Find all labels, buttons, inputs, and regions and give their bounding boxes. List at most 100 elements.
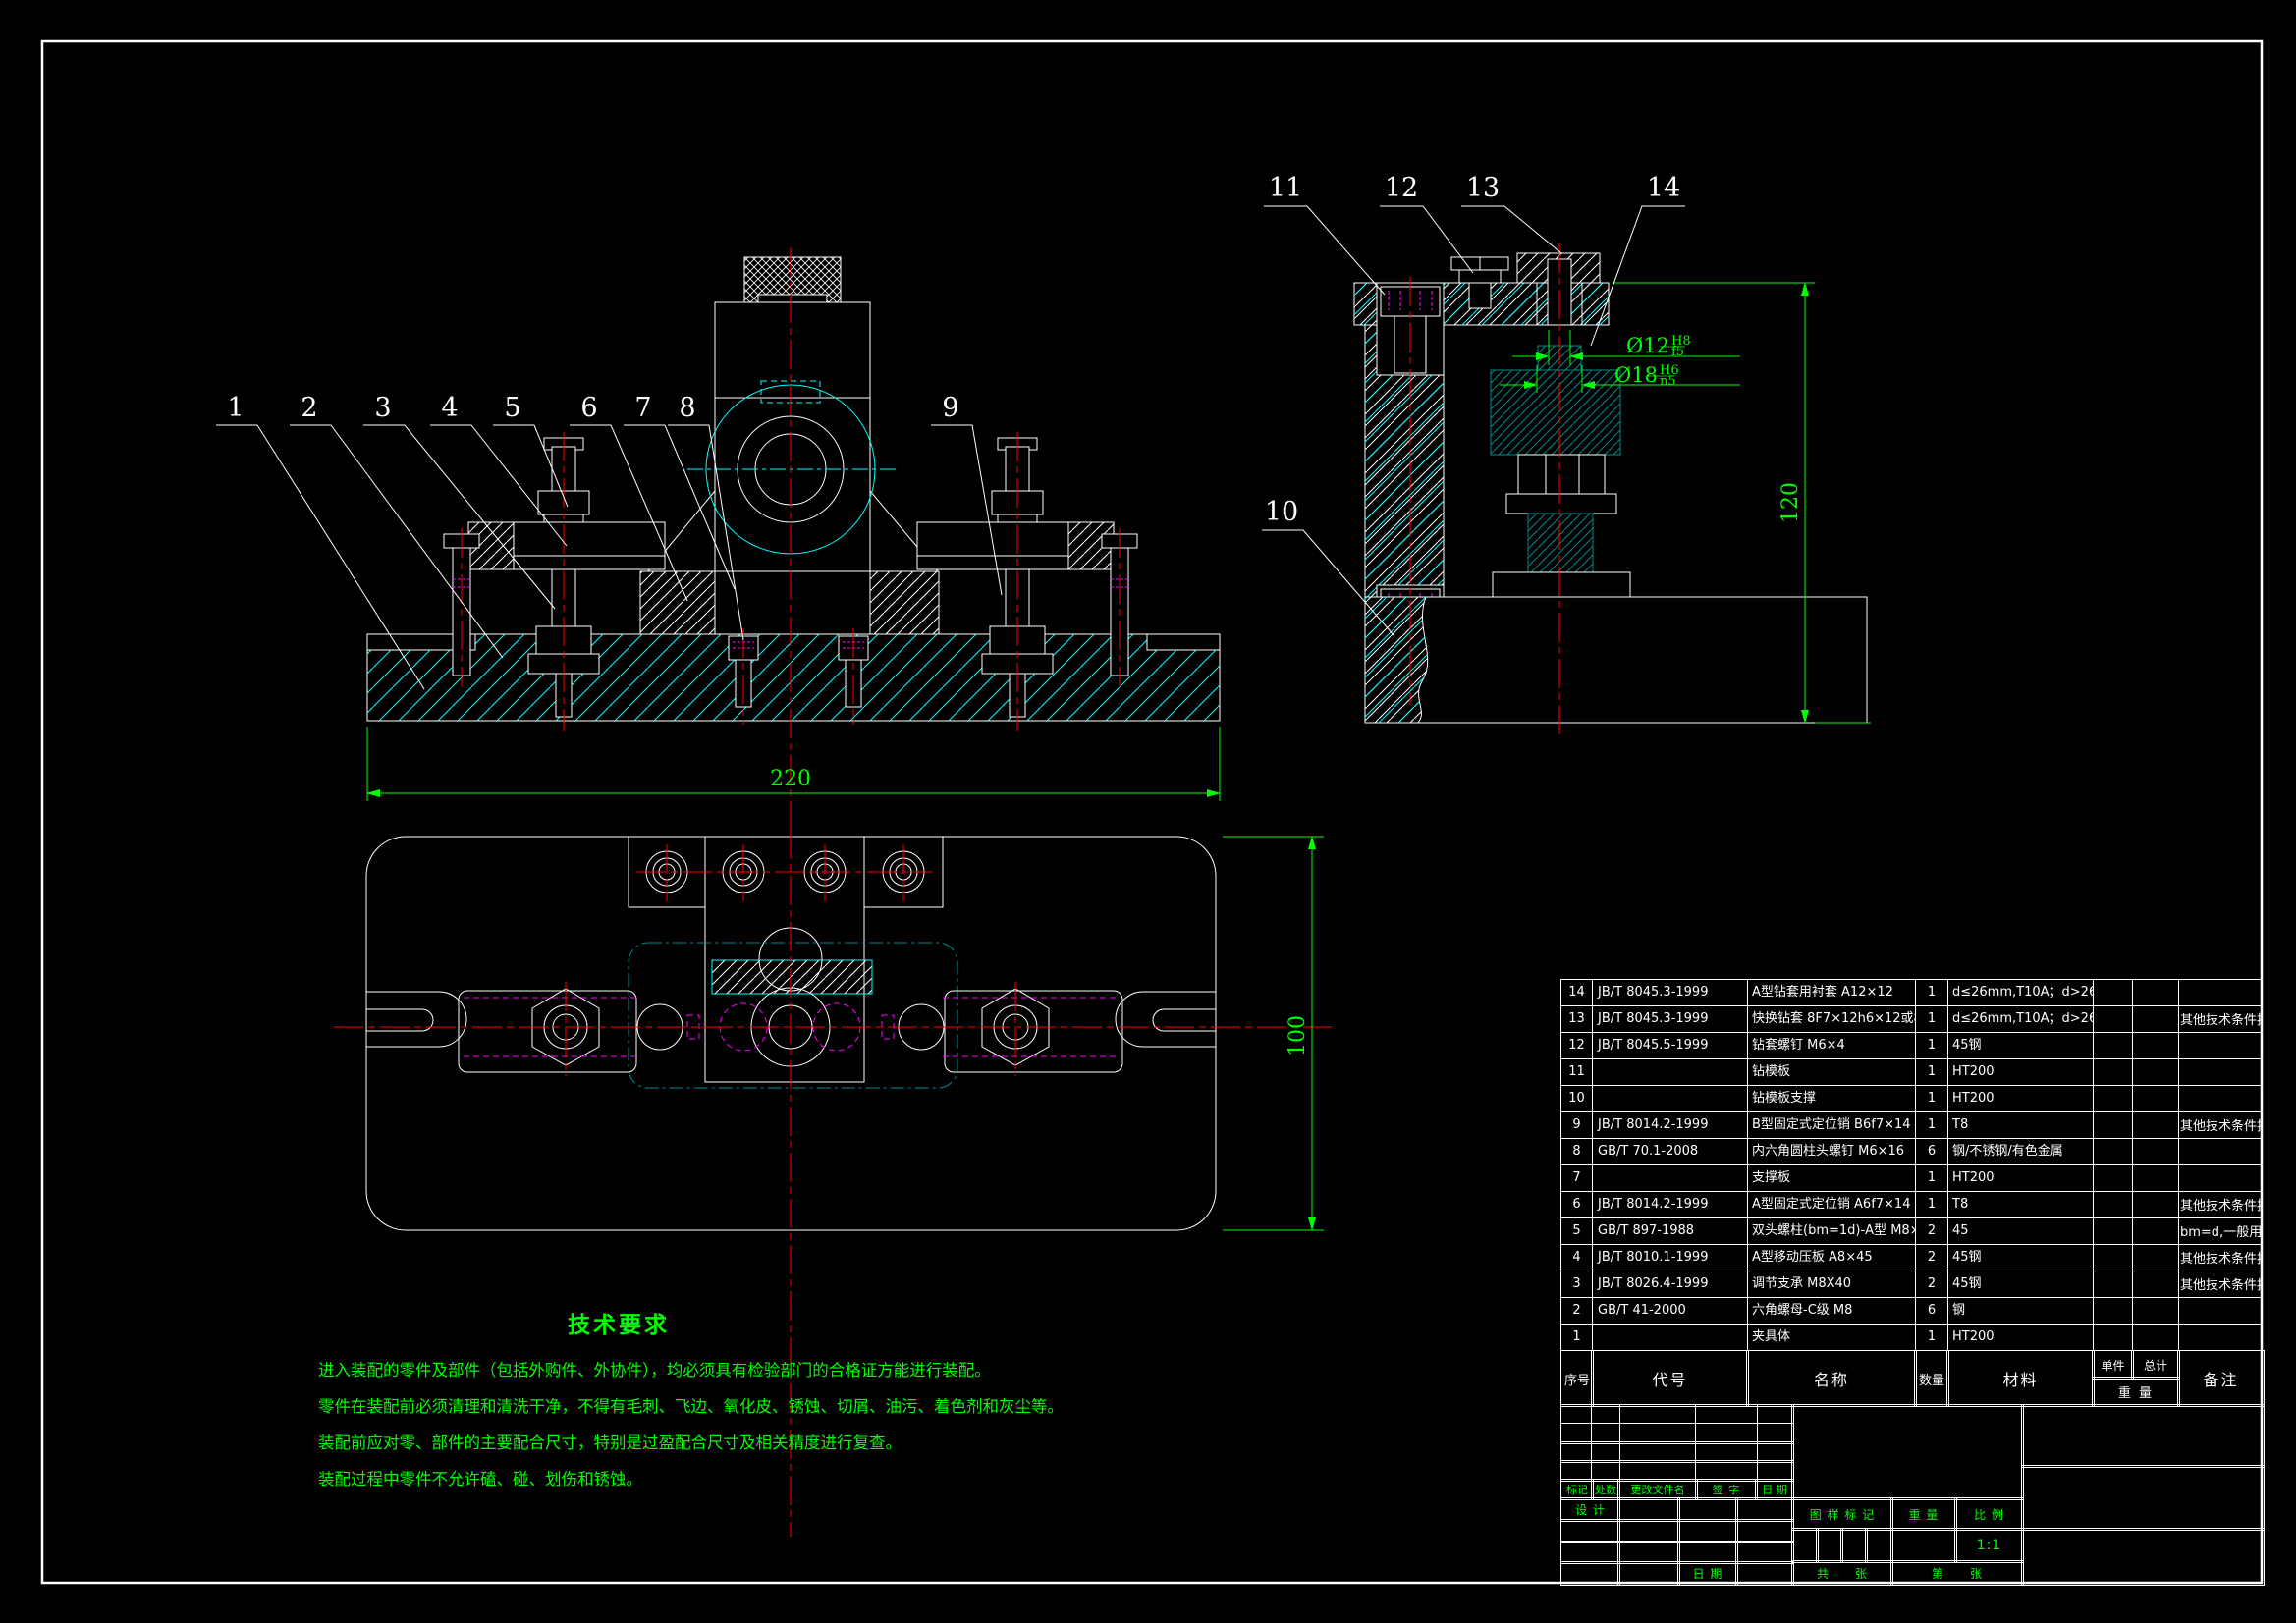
- tech-req-line-4: 装配过程中零件不允许磕、碰、划伤和锈蚀。: [318, 1466, 642, 1489]
- bom-header-unit: 单件: [2092, 1350, 2134, 1380]
- callout-11: 11: [1269, 173, 1302, 203]
- bom-qty: 1: [1916, 1059, 1948, 1086]
- weight-value: [1890, 1528, 1957, 1563]
- bom-total: [2133, 1033, 2179, 1059]
- callout-14: 14: [1647, 173, 1680, 203]
- bom-material: 45钢: [1948, 1033, 2094, 1059]
- scale-value: 1:1: [1954, 1528, 2024, 1563]
- bom-total: [2133, 1218, 2179, 1245]
- bom-code: [1593, 1165, 1748, 1192]
- bom-remark: 其他技术条件按JB/T 8014.1的规定: [2179, 1112, 2263, 1139]
- bom-qty: 2: [1916, 1218, 1948, 1245]
- bom-code: JB/T 8045.3-1999: [1593, 980, 1748, 1006]
- bom-remark: [2179, 1325, 2263, 1351]
- bom-seq: 5: [1561, 1218, 1593, 1245]
- bom-remark: [2179, 1165, 2263, 1192]
- bom-header-code: 代号: [1591, 1350, 1749, 1407]
- bom-total: [2133, 1245, 2179, 1271]
- bom-seq: 4: [1561, 1245, 1593, 1271]
- bom-total: [2133, 1059, 2179, 1086]
- bom-unit: [2094, 1086, 2133, 1112]
- bom-row: 4 JB/T 8010.1-1999 A型移动压板 A8×45 2 45钢 其他…: [1561, 1245, 2263, 1271]
- title-extra-area: [2021, 1528, 2265, 1586]
- workpiece-section: [1491, 346, 1630, 597]
- bom-name: 钻模板: [1748, 1059, 1916, 1086]
- callout-2: 2: [301, 393, 317, 423]
- bom-material: T8: [1948, 1112, 2094, 1139]
- bom-total: [2133, 1086, 2179, 1112]
- callout-1: 1: [227, 393, 244, 423]
- bom-name: A型固定式定位销 A6f7×14: [1748, 1192, 1916, 1218]
- tech-req-title: 技术要求: [568, 1306, 670, 1339]
- fit2-base: Ø18: [1614, 363, 1658, 387]
- bom-remark: [2179, 1139, 2263, 1165]
- bom-material: 45钢: [1948, 1271, 2094, 1298]
- bom-code: [1593, 1325, 1748, 1351]
- bom-unit: [2094, 1325, 2133, 1351]
- bom-unit: [2094, 1271, 2133, 1298]
- callout-3: 3: [374, 393, 391, 423]
- label-scale: 比 例: [1954, 1497, 2024, 1531]
- bom-name: A型移动压板 A8×45: [1748, 1245, 1916, 1271]
- bom-remark: [2179, 1086, 2263, 1112]
- bom-remark: bm=d,一般用于钢对钢: [2179, 1218, 2263, 1245]
- bom-material: HT200: [1948, 1059, 2094, 1086]
- signer-cell: [1560, 1561, 1620, 1586]
- bom-code: [1593, 1059, 1748, 1086]
- signer-cell: [1617, 1561, 1680, 1586]
- dim-120-text: 120: [1778, 482, 1803, 523]
- bom-unit: [2094, 980, 2133, 1006]
- callout-4: 4: [441, 393, 458, 423]
- title-name-area: [2021, 1404, 2265, 1468]
- bom-material: 45钢: [1948, 1245, 2094, 1271]
- callout-12: 12: [1385, 173, 1418, 203]
- bom-row: 10 钻模板支撑 1 HT200: [1561, 1086, 2263, 1112]
- bom-qty: 6: [1916, 1139, 1948, 1165]
- bom-seq: 8: [1561, 1139, 1593, 1165]
- side-callouts: 10 11 12 13 14: [1262, 173, 1685, 636]
- stamp-cell: [1791, 1528, 1819, 1563]
- tech-req-line-3: 装配前应对零、部件的主要配合尺寸，特别是过盈配合尺寸及相关精度进行复查。: [318, 1430, 902, 1453]
- bom-qty: 6: [1916, 1298, 1948, 1325]
- bom-remark: 其他技术条件按JB/T 8014.1的规定: [2179, 1192, 2263, 1218]
- bom-code: GB/T 41-2000: [1593, 1298, 1748, 1325]
- drawing-number-area: [1791, 1404, 2024, 1500]
- bom-remark: 其他技术条件按JB/T 8010.15的规定: [2179, 1245, 2263, 1271]
- bom-material: HT200: [1948, 1086, 2094, 1112]
- bom-row: 6 JB/T 8014.2-1999 A型固定式定位销 A6f7×14 1 T8…: [1561, 1192, 2263, 1218]
- bom-row: 11 钻模板 1 HT200: [1561, 1059, 2263, 1086]
- bom-row: 8 GB/T 70.1-2008 内六角圆柱头螺钉 M6×16 6 钢/不锈钢/…: [1561, 1139, 2263, 1165]
- bom-qty: 1: [1916, 1112, 1948, 1139]
- title-code-area: [2021, 1465, 2265, 1531]
- callout-5: 5: [504, 393, 520, 423]
- bom-row: 7 支撑板 1 HT200: [1561, 1165, 2263, 1192]
- bom-name: 双头螺柱(bm=1d)-A型 M8×50: [1748, 1218, 1916, 1245]
- bom-total: [2133, 1192, 2179, 1218]
- stamp-cell: [1840, 1528, 1868, 1563]
- callout-8: 8: [679, 393, 695, 423]
- bom-material: 钢: [1948, 1298, 2094, 1325]
- bom-remark: [2179, 980, 2263, 1006]
- bom-unit: [2094, 1059, 2133, 1086]
- bom-seq: 1: [1561, 1325, 1593, 1351]
- callout-6: 6: [580, 393, 597, 423]
- bom-unit: [2094, 1165, 2133, 1192]
- bom-total: [2133, 1006, 2179, 1033]
- bom-qty: 2: [1916, 1245, 1948, 1271]
- label-sheets: 共 张: [1791, 1560, 1893, 1586]
- bom-name: 六角螺母-C级 M8: [1748, 1298, 1916, 1325]
- bom-seq: 11: [1561, 1059, 1593, 1086]
- bom-total: [2133, 1112, 2179, 1139]
- bom-qty: 1: [1916, 1086, 1948, 1112]
- stamp-cell: [1816, 1528, 1843, 1563]
- dim-220-text: 220: [770, 767, 811, 791]
- bom-seq: 9: [1561, 1112, 1593, 1139]
- bom-code: JB/T 8045.3-1999: [1593, 1006, 1748, 1033]
- bom-total: [2133, 1325, 2179, 1351]
- bom-name: 夹具体: [1748, 1325, 1916, 1351]
- bom-row: 14 JB/T 8045.3-1999 A型钻套用衬套 A12×12 1 d≤2…: [1561, 980, 2263, 1006]
- title-block: 标记 处数 更改文件名 签 字 日 期 设 计 日 期 图 样 标 记 重 量 …: [1560, 1404, 2263, 1584]
- bom-qty: 1: [1916, 1006, 1948, 1033]
- bom-code: JB/T 8014.2-1999: [1593, 1192, 1748, 1218]
- bom-code: [1593, 1086, 1748, 1112]
